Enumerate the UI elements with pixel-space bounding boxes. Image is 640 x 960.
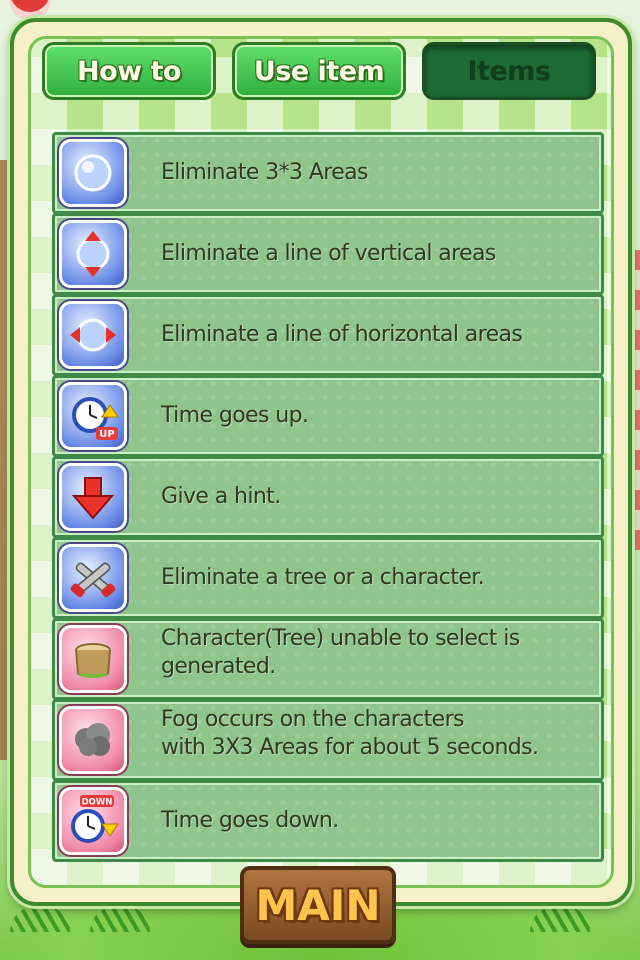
- item-row-vertical: Eliminate a line of vertical areas: [52, 213, 604, 295]
- item-row-eliminate-tree: Eliminate a tree or a character.: [52, 537, 604, 619]
- clock-down-icon: DOWN: [59, 787, 127, 855]
- item-row-fog: Fog occurs on the characters with 3X3 Ar…: [52, 699, 604, 781]
- item-label: Time goes up.: [161, 403, 309, 428]
- item-row-time-down: DOWN Time goes down.: [52, 780, 604, 862]
- item-label-line-2: with 3X3 Areas for about 5 seconds.: [161, 735, 539, 760]
- fog-cloud-icon: [59, 706, 127, 774]
- item-row-time-up: UP Time goes up.: [52, 375, 604, 457]
- item-label: Give a hint.: [161, 484, 281, 509]
- item-label-line-1: Character(Tree) unable to select is: [161, 626, 520, 651]
- vertical-arrows-orb-icon: [59, 220, 127, 288]
- grass-tuft: [530, 906, 590, 932]
- horizontal-arrows-orb-icon: [59, 301, 127, 369]
- item-label: Eliminate 3*3 Areas: [161, 160, 369, 185]
- item-label: Eliminate a tree or a character.: [161, 565, 485, 590]
- grass-tuft: [10, 906, 70, 932]
- item-label-line-2: generated.: [161, 654, 276, 679]
- item-row-3x3: Eliminate 3*3 Areas: [52, 132, 604, 214]
- item-label-line-1: Fog occurs on the characters: [161, 707, 464, 732]
- tab-use-item[interactable]: Use item: [232, 42, 406, 100]
- item-row-horizontal: Eliminate a line of horizontal areas: [52, 294, 604, 376]
- tab-items[interactable]: Items: [422, 42, 596, 100]
- item-label: Time goes down.: [161, 808, 339, 833]
- grass-tuft: [90, 906, 150, 932]
- item-row-tree-generated: Character(Tree) unable to select is gene…: [52, 618, 604, 700]
- item-label: Eliminate a line of vertical areas: [161, 241, 496, 266]
- crossed-saws-icon: [59, 544, 127, 612]
- tab-how-to[interactable]: How to: [42, 42, 216, 100]
- item-row-hint: Give a hint.: [52, 456, 604, 538]
- bomb-orb-icon: [59, 139, 127, 207]
- red-down-arrow-icon: [59, 463, 127, 531]
- up-badge-label: UP: [99, 429, 114, 440]
- tree-stump-icon: [59, 625, 127, 693]
- item-label: Eliminate a line of horizontal areas: [161, 322, 523, 347]
- mushroom-decoration: [10, 0, 50, 20]
- main-button[interactable]: MAIN: [240, 866, 396, 944]
- clock-up-icon: UP: [59, 382, 127, 450]
- down-badge-label: DOWN: [82, 798, 113, 808]
